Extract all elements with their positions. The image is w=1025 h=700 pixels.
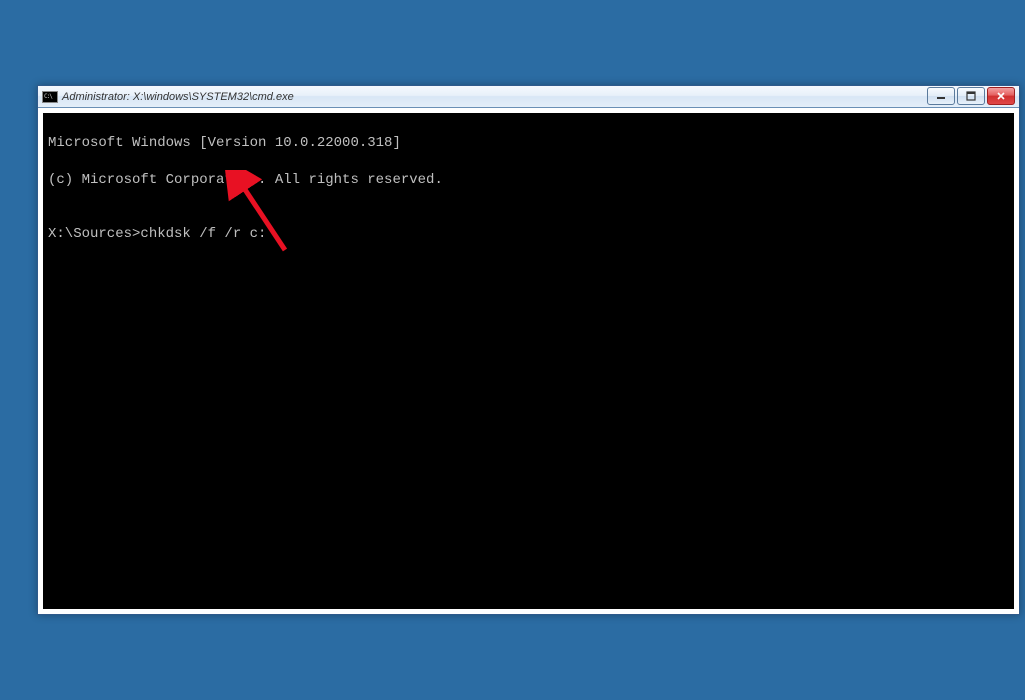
close-icon (996, 91, 1006, 101)
close-button[interactable] (987, 87, 1015, 105)
window-titlebar[interactable]: C:\ Administrator: X:\windows\SYSTEM32\c… (38, 86, 1019, 108)
terminal-command: chkdsk /f /r c: (140, 225, 266, 243)
cmd-icon-glyph: C:\ (44, 94, 52, 100)
terminal-prompt: X:\Sources> (48, 225, 140, 243)
cmd-icon: C:\ (42, 91, 58, 103)
window-title: Administrator: X:\windows\SYSTEM32\cmd.e… (62, 91, 1015, 103)
minimize-button[interactable] (927, 87, 955, 105)
maximize-button[interactable] (957, 87, 985, 105)
terminal-line-version: Microsoft Windows [Version 10.0.22000.31… (48, 134, 1009, 152)
terminal-output[interactable]: Microsoft Windows [Version 10.0.22000.31… (43, 113, 1014, 609)
maximize-icon (966, 91, 976, 101)
terminal-line-copyright: (c) Microsoft Corporation. All rights re… (48, 171, 1009, 189)
terminal-prompt-line: X:\Sources>chkdsk /f /r c: (48, 225, 1009, 243)
minimize-icon (936, 91, 946, 101)
window-controls (927, 87, 1015, 105)
command-prompt-window: C:\ Administrator: X:\windows\SYSTEM32\c… (37, 85, 1020, 615)
